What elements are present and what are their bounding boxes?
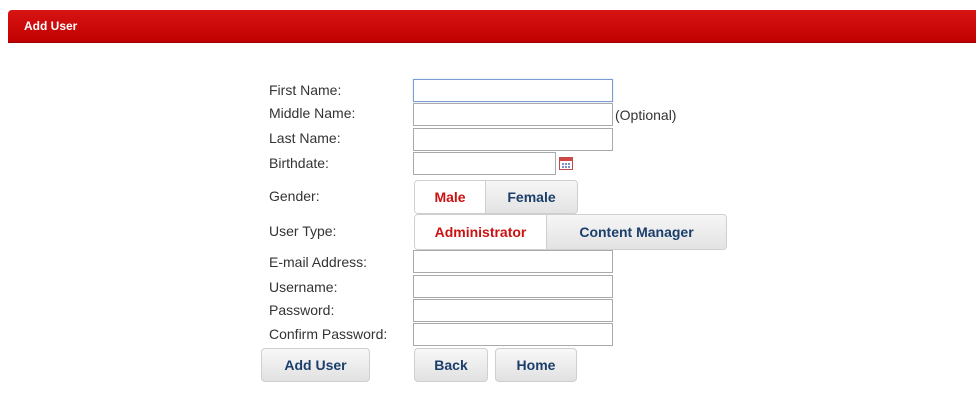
last-name-label: Last Name:	[269, 130, 341, 146]
password-label: Password:	[269, 302, 335, 318]
password-input[interactable]	[413, 299, 613, 322]
page-header: Add User	[8, 10, 976, 43]
last-name-input[interactable]	[413, 128, 613, 151]
gender-label: Gender:	[269, 188, 320, 204]
page-title: Add User	[24, 19, 78, 33]
home-button[interactable]: Home	[495, 348, 577, 382]
user-type-label: User Type:	[269, 223, 337, 239]
first-name-label: First Name:	[269, 82, 342, 98]
gender-female-option[interactable]: Female	[485, 181, 577, 213]
user-type-administrator-option[interactable]: Administrator	[415, 215, 546, 249]
gender-selector: Male Female	[414, 180, 578, 214]
email-label: E-mail Address:	[269, 254, 368, 270]
middle-name-label: Middle Name:	[269, 105, 356, 121]
optional-note: (Optional)	[615, 107, 677, 123]
add-user-button[interactable]: Add User	[261, 348, 370, 382]
back-button[interactable]: Back	[414, 348, 488, 382]
username-input[interactable]	[413, 275, 613, 298]
middle-name-input[interactable]	[413, 103, 613, 126]
birthdate-input[interactable]	[413, 152, 556, 175]
first-name-input[interactable]	[413, 79, 613, 102]
confirm-password-input[interactable]	[413, 323, 613, 346]
user-type-content-manager-option[interactable]: Content Manager	[546, 215, 726, 249]
birthdate-label: Birthdate:	[269, 155, 329, 171]
calendar-icon[interactable]	[559, 157, 573, 170]
username-label: Username:	[269, 279, 338, 295]
gender-male-option[interactable]: Male	[415, 181, 485, 213]
confirm-password-label: Confirm Password:	[269, 326, 388, 342]
user-type-selector: Administrator Content Manager	[414, 214, 727, 250]
email-input[interactable]	[413, 250, 613, 273]
